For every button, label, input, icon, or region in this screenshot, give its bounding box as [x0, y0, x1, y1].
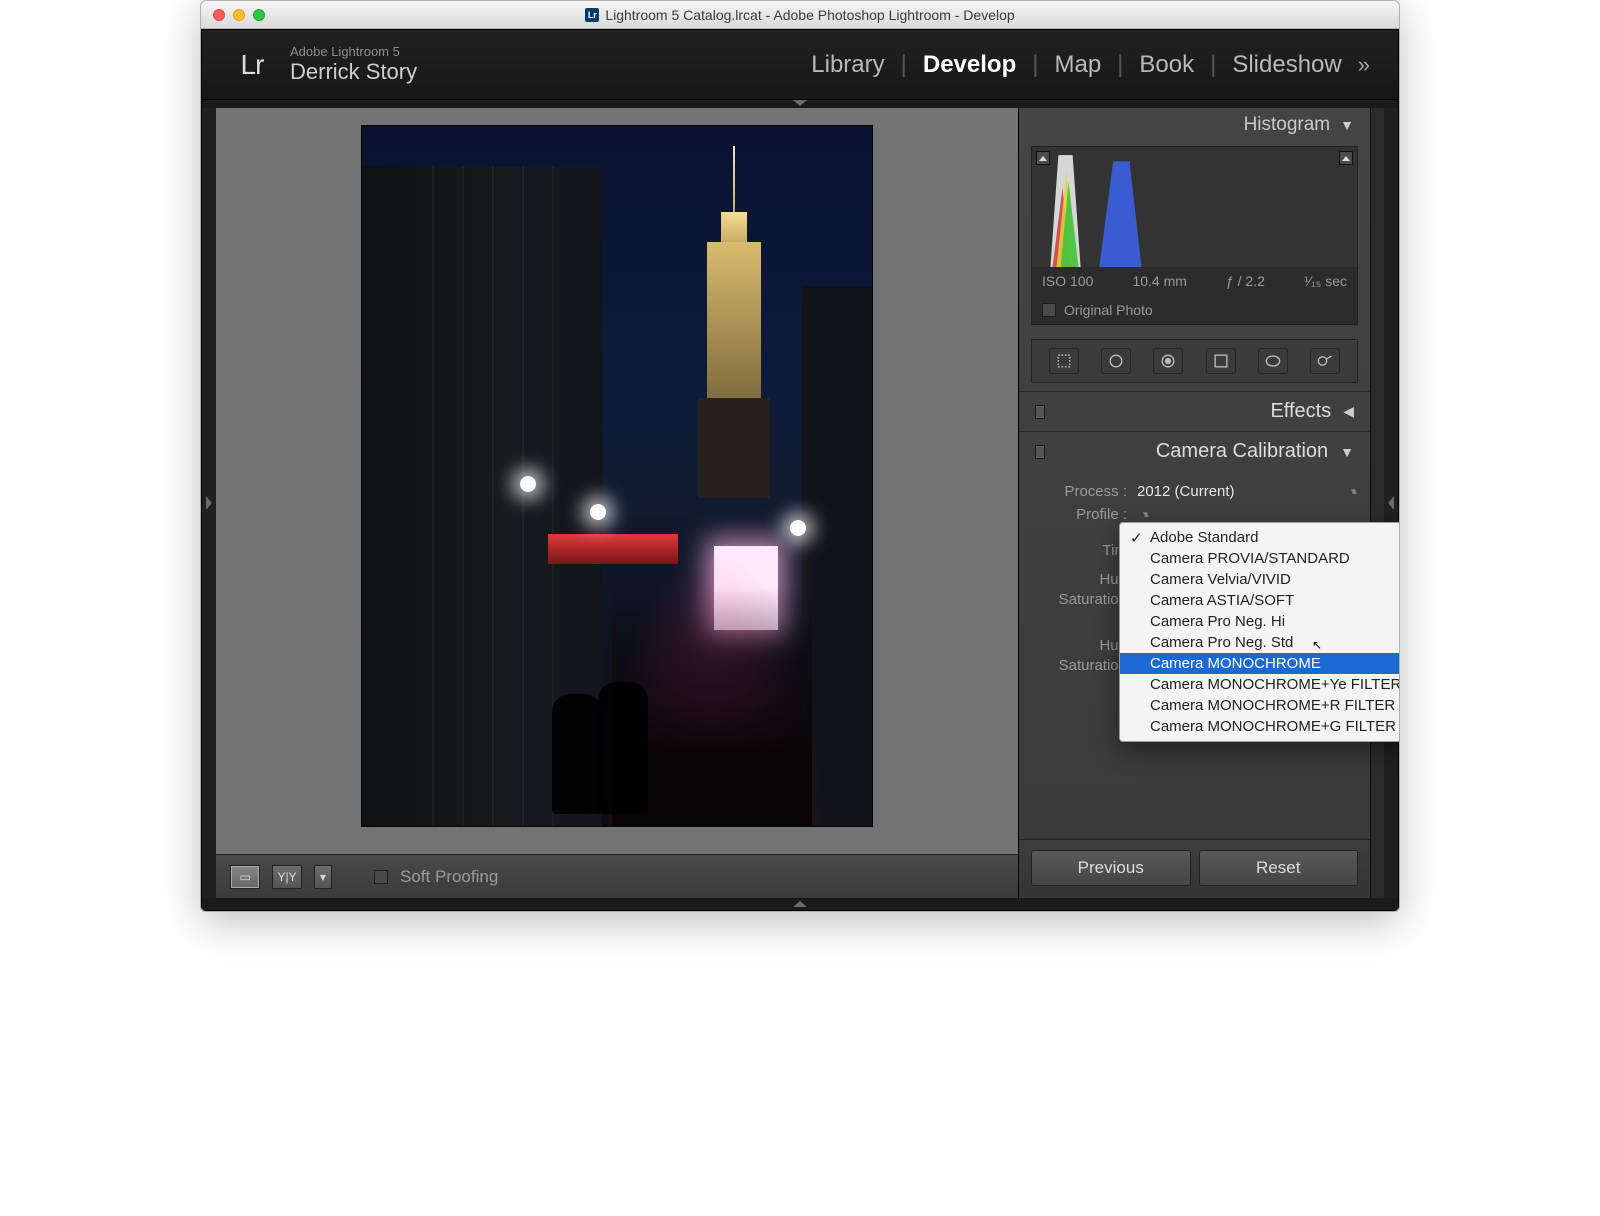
profile-option[interactable]: Camera PROVIA/STANDARD — [1120, 548, 1400, 569]
red-sat-label: Saturation — [1035, 591, 1127, 608]
chevron-down-icon: ▼ — [1340, 444, 1354, 460]
spot-tool[interactable] — [1101, 348, 1131, 374]
effects-switch[interactable] — [1035, 405, 1045, 419]
product-name: Adobe Lightroom 5 — [290, 44, 417, 59]
lr-document-icon: Lr — [585, 8, 599, 22]
profile-dropdown[interactable] — [1137, 509, 1354, 520]
histogram-header[interactable]: Histogram ▼ — [1019, 108, 1370, 142]
owner-name: Derrick Story — [290, 59, 417, 85]
filmstrip-toggle[interactable] — [202, 898, 1398, 910]
profile-option[interactable]: Adobe Standard — [1120, 527, 1400, 548]
module-picker: Library| Develop| Map| Book| Slideshow » — [811, 51, 1370, 79]
zoom-window-button[interactable] — [253, 9, 265, 21]
module-slideshow[interactable]: Slideshow — [1232, 51, 1341, 79]
shadows-tint-label: Tint — [1035, 542, 1127, 559]
module-library[interactable]: Library — [811, 51, 884, 79]
soft-proofing-label: Soft Proofing — [400, 867, 498, 887]
module-map[interactable]: Map — [1054, 51, 1101, 79]
profile-dropdown-menu[interactable]: Adobe Standard Camera PROVIA/STANDARD Ca… — [1119, 522, 1400, 742]
histogram-plot[interactable] — [1032, 147, 1357, 267]
loupe-view-button[interactable]: ▭ — [230, 865, 260, 889]
profile-option[interactable]: Camera Velvia/VIVID — [1120, 569, 1400, 590]
window-controls — [201, 9, 265, 21]
histogram-panel: ISO 100 10.4 mm ƒ / 2.2 ¹⁄₁₅ sec Origina… — [1031, 146, 1358, 325]
calibration-switch[interactable] — [1035, 445, 1045, 459]
reset-button[interactable]: Reset — [1199, 850, 1359, 886]
exif-shutter: ¹⁄₁₅ sec — [1304, 273, 1347, 289]
profile-option[interactable]: Camera MONOCHROME — [1120, 653, 1400, 674]
exif-focal: 10.4 mm — [1132, 273, 1186, 289]
profile-option[interactable]: Camera ASTIA/SOFT — [1120, 590, 1400, 611]
identity-plate-bar: Lr Adobe Lightroom 5 Derrick Story Libra… — [202, 30, 1398, 100]
radial-tool[interactable] — [1258, 348, 1288, 374]
window-title-text: Lightroom 5 Catalog.lrcat - Adobe Photos… — [605, 7, 1014, 23]
canvas-toolbar: ▭ Y|Y ▾ Soft Proofing — [216, 854, 1018, 898]
window-title: Lr Lightroom 5 Catalog.lrcat - Adobe Pho… — [201, 7, 1399, 23]
right-panel-toggle[interactable] — [1384, 108, 1398, 898]
effects-title: Effects — [1270, 400, 1331, 423]
chevron-left-icon: ◀ — [1343, 403, 1354, 420]
minimize-window-button[interactable] — [233, 9, 245, 21]
profile-option[interactable]: Camera Pro Neg. Std — [1120, 632, 1400, 653]
effects-header[interactable]: Effects ◀ — [1019, 391, 1370, 431]
histogram-exif: ISO 100 10.4 mm ƒ / 2.2 ¹⁄₁₅ sec — [1032, 267, 1357, 295]
red-hue-label: Hue — [1035, 571, 1127, 588]
previous-button[interactable]: Previous — [1031, 850, 1191, 886]
lr-logo-icon: Lr — [230, 43, 274, 87]
app-window: Lr Lightroom 5 Catalog.lrcat - Adobe Pho… — [200, 0, 1400, 912]
original-photo-checkbox[interactable] — [1042, 303, 1056, 317]
module-develop[interactable]: Develop — [923, 51, 1016, 79]
camera-calibration-header[interactable]: Camera Calibration ▼ — [1019, 431, 1370, 471]
green-sat-label: Saturation — [1035, 657, 1127, 674]
canvas-area: ▭ Y|Y ▾ Soft Proofing — [216, 108, 1018, 898]
top-panel-toggle[interactable] — [202, 100, 1398, 108]
grad-tool[interactable] — [1206, 348, 1236, 374]
left-panel-toggle[interactable] — [202, 108, 216, 898]
brush-tool[interactable] — [1310, 348, 1340, 374]
profile-option[interactable]: Camera MONOCHROME+G FILTER — [1120, 716, 1400, 737]
module-more-icon[interactable]: » — [1358, 52, 1370, 78]
before-after-lr-button[interactable]: Y|Y — [272, 865, 302, 889]
profile-option[interactable]: Camera MONOCHROME+Ye FILTER — [1120, 674, 1400, 695]
exif-aperture: ƒ / 2.2 — [1226, 273, 1265, 289]
histogram-title: Histogram — [1244, 114, 1331, 136]
redeye-tool[interactable] — [1153, 348, 1183, 374]
mac-titlebar: Lr Lightroom 5 Catalog.lrcat - Adobe Pho… — [201, 1, 1399, 29]
exif-iso: ISO 100 — [1042, 273, 1093, 289]
profile-option[interactable]: Camera Pro Neg. Hi — [1120, 611, 1400, 632]
preview-image[interactable] — [362, 126, 872, 826]
soft-proofing-checkbox[interactable] — [374, 870, 388, 884]
module-book[interactable]: Book — [1139, 51, 1194, 79]
before-after-menu-button[interactable]: ▾ — [314, 865, 332, 889]
app-body: Lr Adobe Lightroom 5 Derrick Story Libra… — [201, 29, 1399, 911]
chevron-down-icon: ▼ — [1340, 117, 1354, 133]
calibration-title: Camera Calibration — [1156, 440, 1328, 463]
develop-tool-strip — [1031, 339, 1358, 383]
crop-tool[interactable] — [1049, 348, 1079, 374]
identity-plate: Lr Adobe Lightroom 5 Derrick Story — [230, 43, 417, 87]
right-panel: Histogram ▼ — [1018, 108, 1370, 898]
green-hue-label: Hue — [1035, 637, 1127, 654]
right-panel-footer: Previous Reset — [1019, 839, 1370, 898]
process-label: Process : — [1035, 483, 1127, 500]
original-photo-label: Original Photo — [1064, 302, 1153, 318]
right-panel-scrollbar[interactable] — [1370, 108, 1384, 898]
profile-label: Profile : — [1035, 506, 1127, 523]
profile-option[interactable]: Camera MONOCHROME+R FILTER — [1120, 695, 1400, 716]
close-window-button[interactable] — [213, 9, 225, 21]
process-dropdown[interactable]: 2012 (Current) — [1137, 483, 1354, 500]
